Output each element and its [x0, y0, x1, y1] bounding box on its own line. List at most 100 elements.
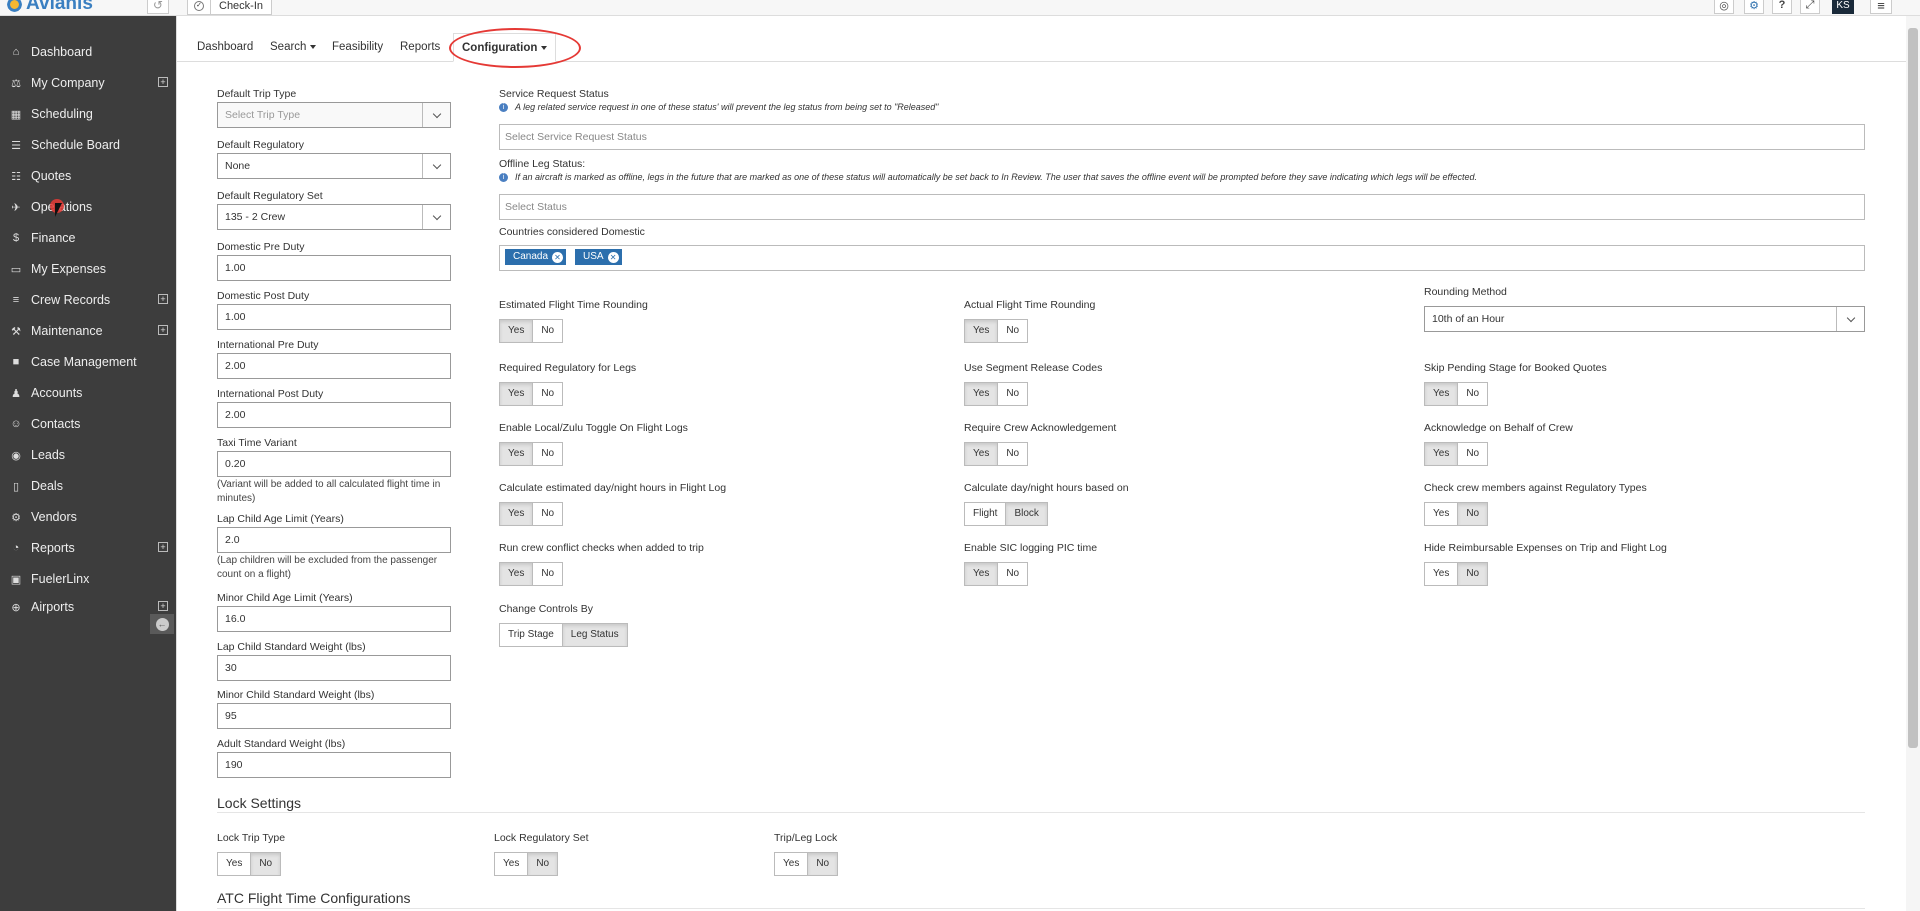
- expand-plus-icon[interactable]: +: [158, 294, 168, 304]
- sidebar-item-schedule-board[interactable]: ☰ Schedule Board: [0, 131, 176, 159]
- sidebar-item-leads[interactable]: ◉ Leads: [0, 441, 176, 469]
- sidebar-item-quotes[interactable]: ☷ Quotes: [0, 162, 176, 190]
- toggle-option-no[interactable]: No: [997, 443, 1027, 465]
- rounding-method-select[interactable]: 10th of an Hour: [1424, 306, 1865, 332]
- minor-child-weight-input[interactable]: 95: [217, 703, 451, 729]
- toggle-option-yes[interactable]: Yes: [1425, 503, 1457, 525]
- toggle-option-no[interactable]: No: [807, 853, 838, 875]
- expand-plus-icon[interactable]: +: [158, 542, 168, 552]
- sidebar-item-crew-records[interactable]: ≡ Crew Records +: [0, 286, 176, 314]
- sidebar-item-operations[interactable]: ✈Operations: [0, 193, 176, 221]
- toggle-option-no[interactable]: No: [532, 383, 562, 405]
- sidebar-item-maintenance[interactable]: ⚒ Maintenance +: [0, 317, 176, 345]
- toggle-option-no[interactable]: No: [1457, 563, 1488, 585]
- toggle-option-yes[interactable]: Yes: [218, 853, 250, 875]
- vertical-scrollbar[interactable]: [1906, 16, 1920, 911]
- avatar[interactable]: KS: [1832, 0, 1854, 14]
- tab-feasibility[interactable]: Feasibility: [332, 33, 383, 62]
- domestic-countries-select[interactable]: [499, 245, 1865, 271]
- toggle-option-yes[interactable]: Yes: [500, 563, 533, 585]
- sidebar-item-dashboard[interactable]: ⌂ Dashboard: [0, 38, 176, 66]
- toggle-option-flight[interactable]: Flight: [965, 503, 1005, 525]
- toggle-option-yes[interactable]: Yes: [495, 853, 527, 875]
- country-chip-canada[interactable]: Canada ✕: [505, 249, 567, 265]
- sidebar-item-fuelerlinx[interactable]: ▣ FuelerLinx: [0, 565, 176, 593]
- toggle-option-leg-status[interactable]: Leg Status: [561, 624, 627, 646]
- toggle-option-no[interactable]: No: [997, 320, 1027, 342]
- service-request-status-select[interactable]: Select Service Request Status: [499, 124, 1865, 150]
- expand-plus-icon[interactable]: +: [158, 77, 168, 87]
- toggle-option-no[interactable]: No: [997, 563, 1027, 585]
- toggle-option-yes[interactable]: Yes: [965, 320, 998, 342]
- toggle-option-trip-stage[interactable]: Trip Stage: [500, 624, 562, 646]
- sidebar-item-accounts[interactable]: ♟ Accounts: [0, 379, 176, 407]
- toggle-option-yes[interactable]: Yes: [500, 503, 533, 525]
- toggle-option-block[interactable]: Block: [1005, 503, 1047, 525]
- toggle-option-no[interactable]: No: [1457, 503, 1488, 525]
- lap-child-weight-input[interactable]: 30: [217, 655, 451, 681]
- toggle-option-no[interactable]: No: [532, 563, 562, 585]
- toggle-option-yes[interactable]: Yes: [500, 383, 533, 405]
- toggle-option-yes[interactable]: Yes: [965, 443, 998, 465]
- international-post-duty-input[interactable]: 2.00: [217, 402, 451, 428]
- tab-dashboard[interactable]: Dashboard: [197, 33, 253, 62]
- toggle-option-yes[interactable]: Yes: [965, 383, 998, 405]
- expand-plus-icon[interactable]: +: [158, 325, 168, 335]
- toggle-option-yes[interactable]: Yes: [1425, 443, 1458, 465]
- sidebar-item-case-management[interactable]: ■ Case Management: [0, 348, 176, 376]
- toggle-option-yes[interactable]: Yes: [1425, 563, 1457, 585]
- minor-child-age-input[interactable]: 16.0: [217, 606, 451, 632]
- avianis-logo[interactable]: Avianis: [6, 0, 93, 14]
- sidebar-item-scheduling[interactable]: ▦ Scheduling: [0, 100, 176, 128]
- default-regulatory-select[interactable]: None: [217, 153, 451, 179]
- toggle-option-no[interactable]: No: [532, 443, 562, 465]
- toggle-option-no[interactable]: No: [1457, 443, 1487, 465]
- toggle-option-no[interactable]: No: [250, 853, 281, 875]
- adult-weight-input[interactable]: 190: [217, 752, 451, 778]
- offline-leg-status-select[interactable]: Select Status: [499, 194, 1865, 220]
- toggle-option-yes[interactable]: Yes: [1425, 383, 1458, 405]
- compass-icon[interactable]: ◎: [1714, 0, 1734, 14]
- sidebar-item-deals[interactable]: ▯ Deals: [0, 472, 176, 500]
- sidebar-item-finance[interactable]: $ Finance: [0, 224, 176, 252]
- toggle-option-no[interactable]: No: [1457, 383, 1487, 405]
- remove-chip-icon[interactable]: ✕: [552, 251, 564, 263]
- toggle-option-yes[interactable]: Yes: [965, 563, 998, 585]
- tab-search[interactable]: Search: [270, 33, 317, 62]
- domestic-post-duty-input[interactable]: 1.00: [217, 304, 451, 330]
- collapse-sidebar-button[interactable]: ←: [150, 614, 174, 634]
- domestic-pre-duty-input[interactable]: 1.00: [217, 255, 451, 281]
- toggle-option-yes[interactable]: Yes: [500, 320, 533, 342]
- hide-reimbursable-expenses-on-trip-and-flight-log-label: Hide Reimbursable Expenses on Trip and F…: [1424, 542, 1667, 554]
- sidebar-item-my-expenses[interactable]: ▭ My Expenses: [0, 255, 176, 283]
- taxi-time-variant-input[interactable]: 0.20: [217, 451, 451, 477]
- toggle-option-no[interactable]: No: [997, 383, 1027, 405]
- globe-icon[interactable]: ⚙: [1744, 0, 1764, 14]
- country-chip-usa[interactable]: USA ✕: [575, 249, 622, 265]
- sidebar-item-vendors[interactable]: ⚙ Vendors: [0, 503, 176, 531]
- sidebar-item-reports[interactable]: ◔ Reports +: [0, 534, 176, 562]
- toggle-option-no[interactable]: No: [527, 853, 558, 875]
- sidebar-item-my-company[interactable]: ⚖ My Company +: [0, 69, 176, 97]
- divider: [210, 0, 211, 15]
- expand-plus-icon[interactable]: +: [158, 601, 168, 611]
- check-in-button[interactable]: ✓ Check-In: [187, 0, 273, 15]
- remove-chip-icon[interactable]: ✕: [607, 251, 619, 263]
- scrollbar-thumb[interactable]: [1908, 28, 1918, 748]
- toggle-option-yes[interactable]: Yes: [500, 443, 533, 465]
- sidebar-item-label: Airports: [31, 600, 75, 614]
- history-button[interactable]: ↺: [147, 0, 169, 14]
- international-pre-duty-input[interactable]: 2.00: [217, 353, 451, 379]
- expand-icon[interactable]: ⤢: [1800, 0, 1820, 14]
- sidebar-item-contacts[interactable]: ☺ Contacts: [0, 410, 176, 438]
- top-bar: Avianis ↺ ✓ Check-In ◎ ⚙ ? ⤢ KS ≡: [0, 0, 1920, 16]
- toggle-option-yes[interactable]: Yes: [775, 853, 807, 875]
- default-trip-type-select[interactable]: Select Trip Type: [217, 102, 451, 128]
- hamburger-menu-icon[interactable]: ≡: [1870, 0, 1892, 14]
- tab-reports[interactable]: Reports: [400, 33, 440, 62]
- help-icon[interactable]: ?: [1772, 0, 1792, 14]
- toggle-option-no[interactable]: No: [532, 503, 562, 525]
- toggle-option-no[interactable]: No: [532, 320, 562, 342]
- lap-child-age-input[interactable]: 2.0: [217, 527, 451, 553]
- default-regulatory-set-select[interactable]: 135 - 2 Crew: [217, 204, 451, 230]
